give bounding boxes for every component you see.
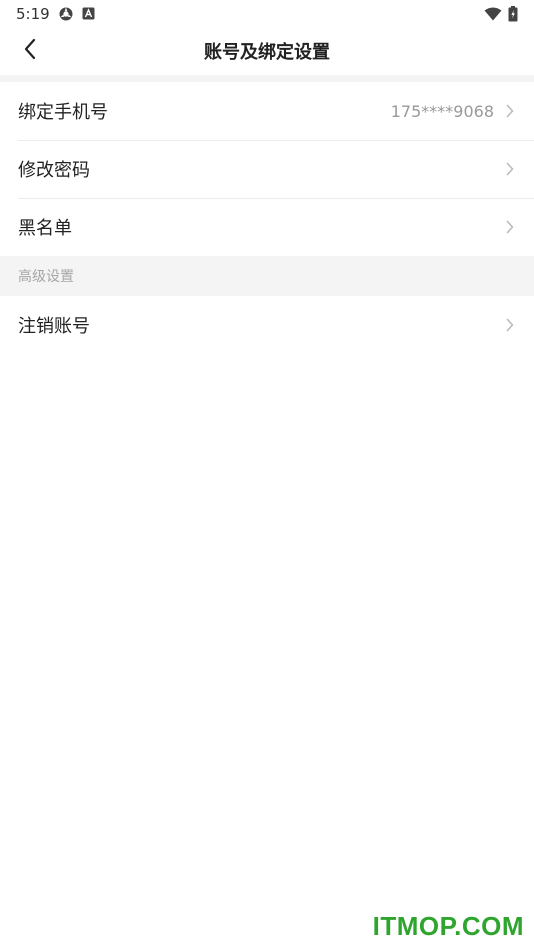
row-label: 注销账号	[18, 316, 90, 337]
change-password-row[interactable]: 修改密码	[0, 140, 534, 198]
row-right	[504, 317, 516, 333]
settings-gear-icon	[58, 6, 74, 22]
status-right	[484, 5, 518, 22]
title-bar: 账号及绑定设置	[0, 27, 534, 75]
row-label: 修改密码	[18, 160, 90, 181]
chevron-right-icon	[504, 219, 516, 235]
phone-number-value: 175****9068	[390, 101, 494, 121]
back-button[interactable]	[14, 35, 46, 67]
row-label: 绑定手机号	[18, 102, 108, 123]
keyboard-a-icon	[82, 7, 95, 20]
chevron-left-icon	[23, 38, 37, 64]
status-left: 5:19	[16, 5, 95, 23]
chevron-right-icon	[504, 103, 516, 119]
settings-list: 绑定手机号 175****9068 修改密码 黑名单 高级设置 注销账号	[0, 82, 534, 354]
wifi-icon	[484, 7, 502, 21]
delete-account-row[interactable]: 注销账号	[0, 296, 534, 354]
battery-icon	[508, 5, 518, 22]
row-right	[504, 161, 516, 177]
row-label: 黑名单	[18, 218, 72, 239]
chevron-right-icon	[504, 161, 516, 177]
advanced-settings-header: 高级设置	[0, 256, 534, 296]
header-divider	[0, 75, 534, 82]
chevron-right-icon	[504, 317, 516, 333]
row-right: 175****9068	[391, 102, 516, 121]
row-right	[504, 219, 516, 235]
status-time: 5:19	[16, 4, 50, 23]
watermark: ITMOP.COM	[372, 911, 524, 941]
page-title: 账号及绑定设置	[204, 42, 330, 63]
bind-phone-row[interactable]: 绑定手机号 175****9068	[0, 82, 534, 140]
status-bar: 5:19	[0, 0, 534, 27]
blacklist-row[interactable]: 黑名单	[0, 198, 534, 256]
